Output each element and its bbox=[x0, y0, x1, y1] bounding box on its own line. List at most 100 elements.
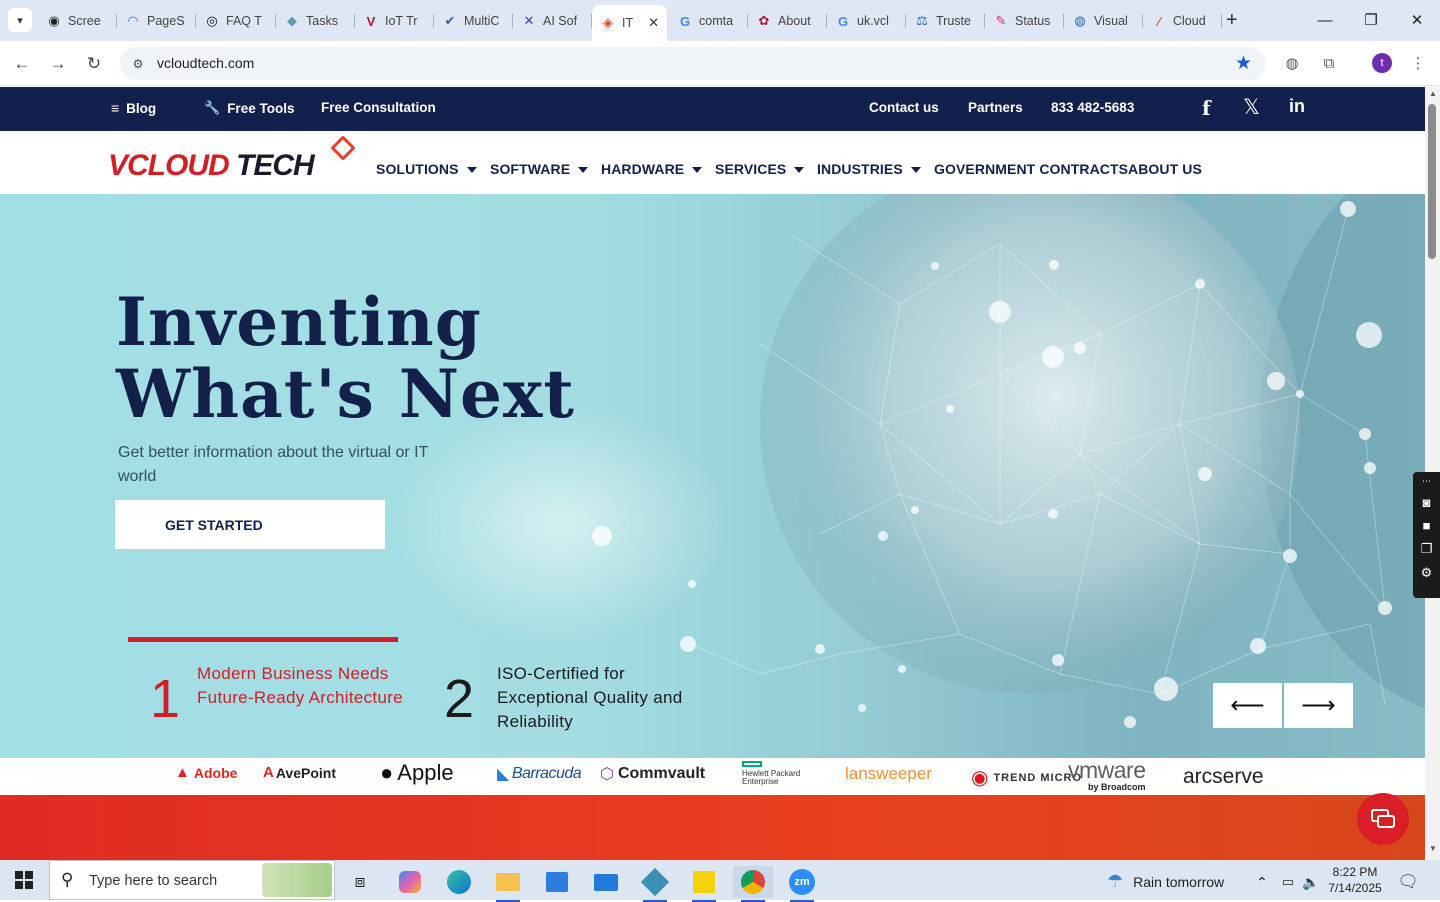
video-camera-icon[interactable]: ■ bbox=[1423, 518, 1431, 533]
link-dots-icon[interactable]: ⋯ bbox=[1422, 476, 1431, 487]
free-consultation-link[interactable]: Free Consultation bbox=[321, 100, 436, 115]
site-info-icon[interactable]: ⚙ bbox=[128, 54, 148, 74]
browser-tab[interactable]: ✿ About bbox=[748, 6, 827, 36]
tab-title: Truste bbox=[936, 14, 971, 28]
nav-item-software[interactable]: SOFTWARE bbox=[490, 161, 589, 177]
address-bar[interactable]: ⚙ vcloudtech.com ★ bbox=[120, 47, 1266, 80]
partner-logo-vmware[interactable]: vmware by Broadcom bbox=[1068, 758, 1146, 792]
linkedin-icon[interactable]: in bbox=[1289, 96, 1305, 117]
minimize-button[interactable]: — bbox=[1310, 8, 1340, 32]
notifications-icon[interactable]: 🗨 bbox=[1394, 866, 1422, 898]
partner-logo-trendmicro[interactable]: ◉ TREND MICRO bbox=[971, 765, 1082, 790]
feature-1-text[interactable]: Modern Business Needs Future-Ready Archi… bbox=[197, 662, 427, 710]
browser-tab[interactable]: V IoT Tr bbox=[355, 6, 434, 36]
nav-item-solutions[interactable]: SOLUTIONS bbox=[376, 161, 477, 177]
facebook-icon[interactable]: f bbox=[1202, 96, 1211, 120]
tab-search-button[interactable]: ▾ bbox=[8, 8, 32, 32]
close-window-button[interactable]: ✕ bbox=[1402, 8, 1432, 32]
partner-logo-lansweeper[interactable]: lansweeper bbox=[845, 764, 932, 784]
browser-tab[interactable]: ◆ Tasks bbox=[276, 6, 355, 36]
phone-link[interactable]: 833 482-5683 bbox=[1051, 100, 1134, 115]
browser-tab[interactable]: ◠ PageS bbox=[117, 6, 196, 36]
translate-icon[interactable]: ◍ bbox=[1280, 51, 1304, 75]
apple-icon: ● bbox=[380, 760, 394, 785]
chat-widget-button[interactable] bbox=[1357, 793, 1409, 845]
scroll-up-icon[interactable]: ▲ bbox=[1429, 89, 1437, 98]
slider-next-button[interactable]: ⟶ bbox=[1284, 683, 1353, 728]
partner-logo-adobe[interactable]: ▲ Adobe bbox=[175, 764, 237, 781]
edge-browser-icon[interactable] bbox=[439, 866, 479, 898]
scroll-down-icon[interactable]: ▼ bbox=[1429, 844, 1437, 853]
network-icon[interactable]: ▭ bbox=[1276, 866, 1300, 898]
reload-button[interactable]: ↻ bbox=[81, 51, 107, 77]
feature-2-text[interactable]: ISO-Certified for Exceptional Quality an… bbox=[497, 662, 717, 734]
partner-logo-barracuda[interactable]: ◣ Barracuda bbox=[497, 764, 582, 784]
camera-icon[interactable]: ◙ bbox=[1423, 495, 1431, 510]
start-button[interactable] bbox=[0, 860, 48, 900]
bookmark-star-icon[interactable]: ★ bbox=[1235, 52, 1252, 75]
window-capture-icon[interactable]: ❐ bbox=[1421, 541, 1433, 557]
forward-button[interactable]: → bbox=[45, 51, 71, 77]
file-explorer-icon[interactable] bbox=[488, 866, 528, 902]
sticky-notes-icon[interactable] bbox=[684, 866, 724, 902]
partner-logo-avepoint[interactable]: A AvePoint bbox=[263, 764, 336, 781]
partner-logo-hpe[interactable]: Hewlett Packard Enterprise bbox=[742, 761, 804, 786]
restore-button[interactable]: ❐ bbox=[1356, 8, 1386, 32]
arrow-left-icon: ⟵ bbox=[1230, 692, 1265, 719]
browser-tab[interactable]: ✎ Status bbox=[985, 6, 1064, 36]
close-tab-icon[interactable]: ✕ bbox=[648, 15, 659, 31]
tab-title: Status bbox=[1015, 14, 1051, 28]
browser-tab[interactable]: ◉ Scree bbox=[38, 6, 117, 36]
browser-tab[interactable]: Guk.vcl bbox=[827, 6, 906, 36]
partner-logo-arcserve[interactable]: arcserve bbox=[1183, 765, 1264, 789]
copilot-icon[interactable] bbox=[390, 866, 430, 898]
nav-item-hardware[interactable]: HARDWARE bbox=[601, 161, 703, 177]
get-started-button[interactable]: GET STARTED bbox=[115, 500, 385, 549]
browser-tab[interactable]: ◈ IT ✕ bbox=[592, 5, 667, 41]
partner-logo-commvault[interactable]: ⬡ Commvault bbox=[600, 764, 705, 784]
partner-logo-apple[interactable]: ● Apple bbox=[380, 760, 454, 786]
nav-item-services[interactable]: SERVICES bbox=[715, 161, 805, 177]
reload-icon: ↻ bbox=[86, 54, 102, 73]
contact-link[interactable]: Contact us bbox=[869, 100, 939, 115]
weather-widget[interactable]: ☂ Rain tomorrow bbox=[1107, 871, 1224, 892]
main-navigation: VCLOUD TECH SOLUTIONS SOFTWARE HARDWARE SER… bbox=[0, 131, 1425, 194]
microsoft-store-icon[interactable] bbox=[537, 866, 577, 898]
mail-icon[interactable] bbox=[586, 866, 626, 898]
tab-favicon-icon: ✕ bbox=[523, 13, 535, 28]
task-view-icon[interactable]: ⧈ bbox=[340, 866, 380, 898]
feature-2-number[interactable]: 2 bbox=[444, 672, 474, 726]
feature-1-number[interactable]: 1 bbox=[150, 672, 180, 726]
system-clock[interactable]: 8:22 PM 7/14/2025 bbox=[1320, 864, 1390, 896]
x-twitter-icon[interactable]: 𝕏 bbox=[1243, 95, 1260, 120]
vcloudtech-logo[interactable]: VCLOUD TECH bbox=[108, 149, 315, 183]
scrollbar-thumb[interactable] bbox=[1428, 104, 1436, 259]
browser-tab[interactable]: ◍ Visual bbox=[1064, 6, 1143, 36]
extensions-icon[interactable]: ⧉ bbox=[1317, 51, 1341, 75]
profile-avatar[interactable]: t bbox=[1372, 53, 1392, 73]
browser-tab[interactable]: ✔ MultiC bbox=[434, 6, 513, 36]
partners-link[interactable]: Partners bbox=[968, 100, 1023, 115]
browser-tab[interactable]: Gcomta bbox=[669, 6, 748, 36]
app-diamond-icon[interactable] bbox=[635, 866, 675, 902]
browser-tab[interactable]: ⚖ Truste bbox=[906, 6, 985, 36]
back-button[interactable]: ← bbox=[9, 51, 35, 77]
settings-gear-icon[interactable]: ⚙ bbox=[1421, 565, 1433, 581]
free-tools-link[interactable]: 🔧 Free Tools bbox=[204, 100, 294, 116]
zoom-icon[interactable]: zm bbox=[782, 866, 822, 902]
browser-tab[interactable]: ◎ FAQ T bbox=[196, 6, 276, 36]
menu-kebab-icon[interactable]: ⋮ bbox=[1406, 51, 1430, 75]
hidden-icons-chevron-icon[interactable]: ⌃ bbox=[1250, 866, 1274, 898]
tab-favicon-icon: V bbox=[366, 13, 376, 29]
url-text[interactable]: vcloudtech.com bbox=[157, 55, 254, 71]
slider-prev-button[interactable]: ⟵ bbox=[1213, 683, 1282, 728]
nav-item-about-us[interactable]: ABOUT US bbox=[1128, 161, 1202, 177]
new-tab-button[interactable]: + bbox=[1226, 10, 1238, 30]
nav-item-industries[interactable]: INDUSTRIES bbox=[817, 161, 921, 177]
browser-tab[interactable]: ✕ AI Sof bbox=[513, 6, 592, 36]
chrome-icon[interactable] bbox=[733, 866, 773, 902]
taskbar-search-box[interactable]: ⚲ Type here to search bbox=[49, 860, 335, 900]
nav-item-government-contracts[interactable]: GOVERNMENT CONTRACTS bbox=[934, 161, 1128, 177]
blog-link[interactable]: ≡ Blog bbox=[111, 100, 156, 116]
browser-tab[interactable]: ⁄ Cloud bbox=[1143, 6, 1222, 36]
